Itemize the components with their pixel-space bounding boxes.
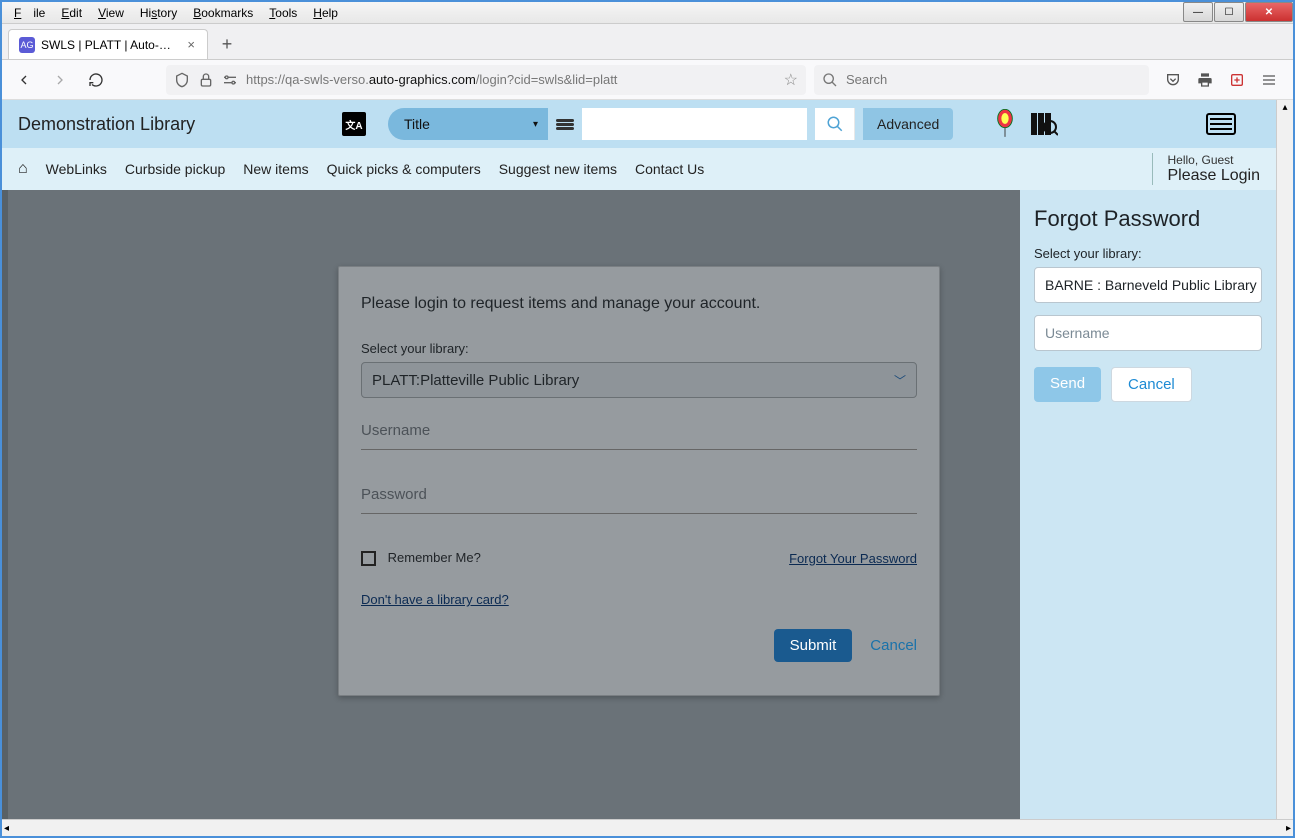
password-input[interactable]: Password [361,486,917,514]
tab-close-icon[interactable]: × [185,37,197,52]
menu-file[interactable]: File [8,4,51,22]
forgot-password-link[interactable]: Forgot Your Password [789,551,917,566]
forgot-library-select[interactable]: BARNE : Barneveld Public Library [1034,267,1262,303]
minimize-button[interactable]: — [1183,2,1213,22]
menu-tools[interactable]: Tools [263,4,303,22]
search-icon [822,72,838,88]
login-heading: Please login to request items and manage… [361,295,917,313]
toolbar-right [1157,72,1285,88]
send-button[interactable]: Send [1034,367,1101,402]
close-button[interactable]: ✕ [1245,2,1293,22]
forgot-username-placeholder: Username [1045,325,1110,341]
remember-label: Remember Me? [388,550,481,565]
please-login-text: Please Login [1167,167,1260,185]
menu-history[interactable]: History [134,4,183,22]
nav-suggest[interactable]: Suggest new items [499,161,617,177]
lock-icon [198,72,214,88]
no-card-link[interactable]: Don't have a library card? [361,592,509,607]
search-type-dropdown[interactable]: Title ▾ [388,108,548,140]
nav-curbside[interactable]: Curbside pickup [125,161,225,177]
scroll-left-icon[interactable]: ◂ [2,821,11,836]
nav-row: ⌂ WebLinks Curbside pickup New items Qui… [2,148,1276,190]
bookmark-star-icon[interactable]: ☆ [784,70,798,90]
forgot-password-panel: Forgot Password Select your library: BAR… [1020,190,1276,819]
scroll-up-icon[interactable]: ▴ [1280,100,1289,115]
greeting-text: Hello, Guest [1167,153,1260,167]
browser-window: File Edit View History Bookmarks Tools H… [0,0,1295,838]
menu-view[interactable]: View [92,4,130,22]
print-icon[interactable] [1197,72,1213,88]
search-button[interactable] [815,108,855,140]
library-select-label: Select your library: [361,341,917,356]
forward-button[interactable] [46,66,74,94]
modal-backdrop: Please login to request items and manage… [2,190,1020,819]
shield-icon [174,72,190,88]
vertical-scrollbar[interactable]: ▴ ▾ [1276,100,1293,836]
menubar: File Edit View History Bookmarks Tools H… [2,2,1293,24]
forgot-title: Forgot Password [1034,206,1262,232]
horizontal-scrollbar[interactable]: ◂ ▸ [2,819,1293,836]
library-select[interactable]: PLATT:Platteville Public Library ﹀ [361,362,917,398]
remember-me[interactable]: Remember Me? [361,550,481,566]
search-type-label: Title [404,116,430,132]
forgot-select-label: Select your library: [1034,246,1262,261]
menu-help[interactable]: Help [307,4,344,22]
content-area: Please login to request items and manage… [2,190,1276,819]
app-header: Demonstration Library 文A Title ▾ Advance… [2,100,1276,148]
login-status[interactable]: Hello, Guest Please Login [1152,153,1260,185]
maximize-button[interactable]: ☐ [1214,2,1244,22]
app-menu-icon[interactable] [1261,72,1277,88]
nav-weblinks[interactable]: WebLinks [46,161,107,177]
forgot-cancel-button[interactable]: Cancel [1111,367,1192,402]
home-icon[interactable]: ⌂ [18,160,28,178]
browser-search[interactable]: Search [814,65,1149,95]
cancel-button[interactable]: Cancel [870,637,917,654]
remember-checkbox[interactable] [361,551,376,566]
balloon-icon[interactable] [994,109,1016,139]
permissions-icon [222,72,238,88]
url-bar[interactable]: https://qa-swls-verso.auto-graphics.com/… [166,65,806,95]
extension-icon[interactable] [1229,72,1245,88]
list-view-icon[interactable] [1206,113,1236,135]
scroll-right-icon[interactable]: ▸ [1284,821,1293,836]
browser-search-placeholder: Search [846,72,887,87]
menu-edit[interactable]: Edit [55,4,88,22]
tab-title: SWLS | PLATT | Auto-Graphics In [41,38,179,52]
nav-new-items[interactable]: New items [243,161,308,177]
nav-contact[interactable]: Contact Us [635,161,704,177]
chevron-down-icon: ﹀ [894,372,906,389]
forgot-library-value: BARNE : Barneveld Public Library [1045,277,1257,293]
back-button[interactable] [10,66,38,94]
reload-button[interactable] [82,66,110,94]
library-name: Demonstration Library [18,114,195,135]
page-content: Demonstration Library 文A Title ▾ Advance… [2,100,1293,836]
chevron-down-icon: ▾ [533,119,538,130]
window-controls: — ☐ ✕ [1182,2,1293,22]
language-icon[interactable]: 文A [342,112,366,136]
submit-button[interactable]: Submit [774,629,853,662]
tab-strip: AG SWLS | PLATT | Auto-Graphics In × + [2,24,1293,60]
login-dialog: Please login to request items and manage… [338,266,940,696]
library-select-value: PLATT:Platteville Public Library [372,372,579,389]
username-input[interactable]: Username [361,422,917,450]
browser-tab[interactable]: AG SWLS | PLATT | Auto-Graphics In × [8,29,208,59]
tab-favicon: AG [19,37,35,53]
pocket-icon[interactable] [1165,72,1181,88]
url-text: https://qa-swls-verso.auto-graphics.com/… [246,72,776,87]
advanced-search-button[interactable]: Advanced [863,108,953,140]
catalog-icon[interactable] [1030,111,1058,137]
forgot-username-input[interactable]: Username [1034,315,1262,351]
new-tab-button[interactable]: + [212,29,242,59]
toolbar: https://qa-swls-verso.auto-graphics.com/… [2,60,1293,100]
database-icon[interactable] [556,119,574,130]
catalog-search-input[interactable] [582,108,807,140]
menu-bookmarks[interactable]: Bookmarks [187,4,259,22]
nav-quick-picks[interactable]: Quick picks & computers [327,161,481,177]
